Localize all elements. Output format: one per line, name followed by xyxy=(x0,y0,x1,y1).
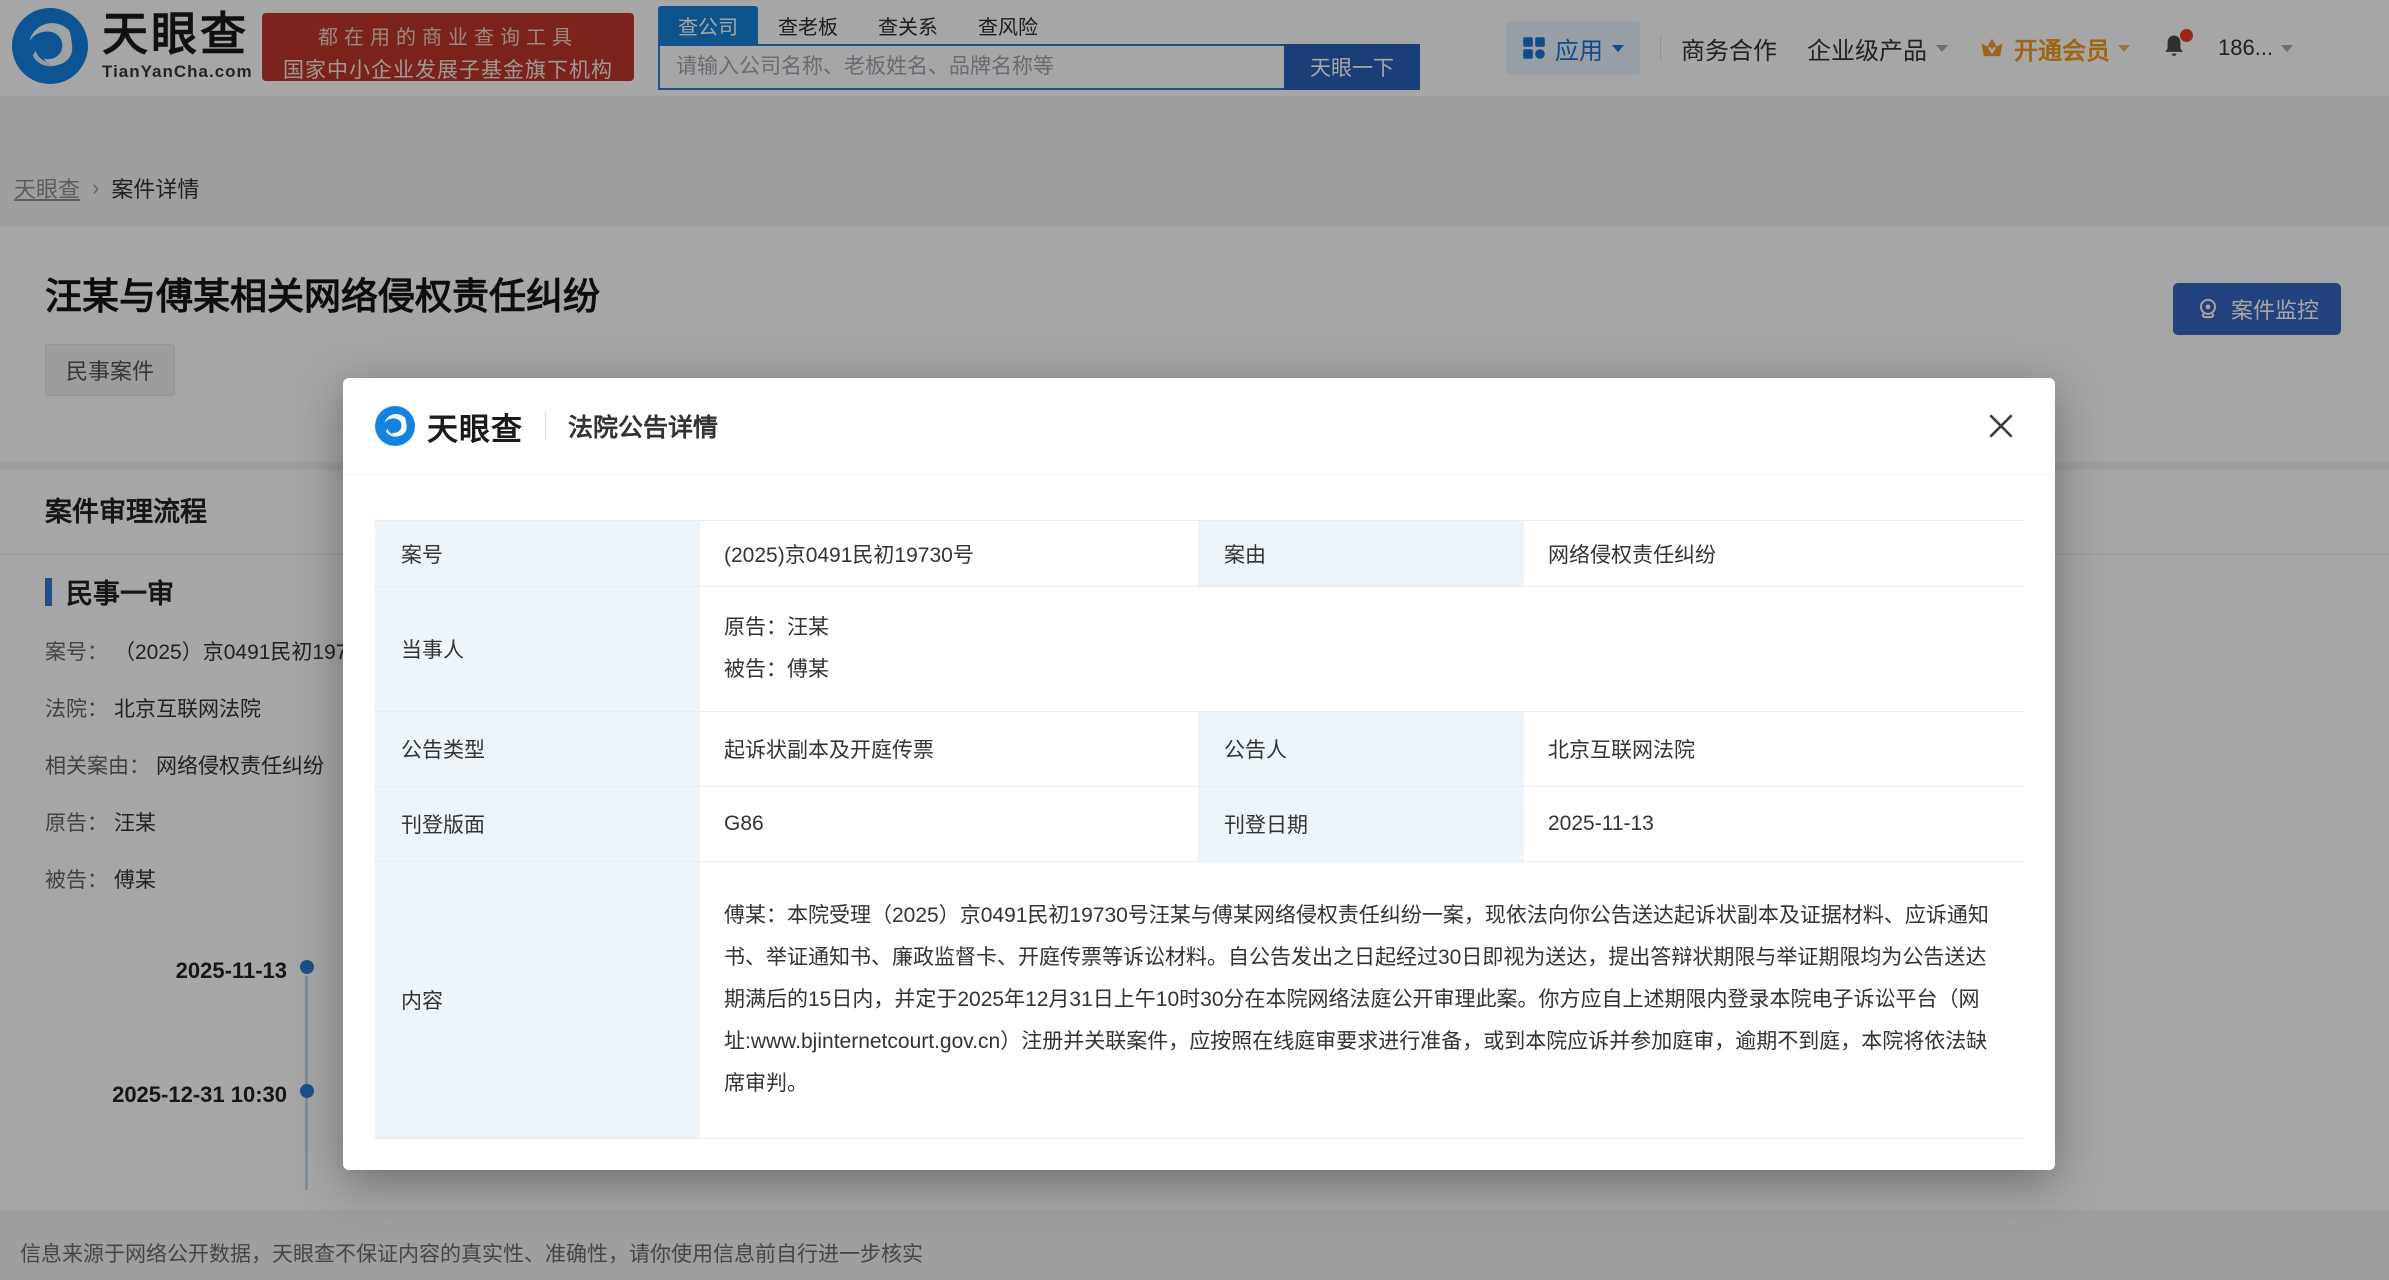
announcer-value: 北京互联网法院 xyxy=(1524,711,2023,787)
close-icon[interactable] xyxy=(1985,410,2017,442)
case-no-label: 案号 xyxy=(375,520,700,587)
court-announcement-modal: 天眼查 法院公告详情 案号 (2025)京0491民初19730号 案由 网络侵… xyxy=(343,378,2055,1170)
page-value: G86 xyxy=(700,786,1198,862)
notice-type-value: 起诉状副本及开庭传票 xyxy=(700,711,1198,787)
publish-date-value: 2025-11-13 xyxy=(1524,786,2023,862)
notice-type-label: 公告类型 xyxy=(375,711,700,787)
table-row: 内容 傅某：本院受理（2025）京0491民初19730号汪某与傅某网络侵权责任… xyxy=(375,861,2023,1139)
announcer-label: 公告人 xyxy=(1198,711,1524,787)
table-row: 刊登版面 G86 刊登日期 2025-11-13 xyxy=(375,786,2023,862)
case-no-value: (2025)京0491民初19730号 xyxy=(700,520,1198,587)
table-row: 当事人 原告：汪某 被告：傅某 xyxy=(375,586,2023,712)
modal-header-divider xyxy=(343,474,2055,475)
cause-label: 案由 xyxy=(1198,520,1524,587)
plaintiff-line: 原告：汪某 xyxy=(724,616,829,639)
modal-header: 天眼查 法院公告详情 xyxy=(343,378,2055,474)
parties-label: 当事人 xyxy=(375,586,700,712)
modal-title: 法院公告详情 xyxy=(568,414,719,442)
publish-date-label: 刊登日期 xyxy=(1198,786,1524,862)
content-label: 内容 xyxy=(375,861,700,1139)
table-row: 公告类型 起诉状副本及开庭传票 公告人 北京互联网法院 xyxy=(375,711,2023,787)
page-label: 刊登版面 xyxy=(375,786,700,862)
table-row: 案号 (2025)京0491民初19730号 案由 网络侵权责任纠纷 xyxy=(375,520,2023,587)
content-value: 傅某：本院受理（2025）京0491民初19730号汪某与傅某网络侵权责任纠纷一… xyxy=(700,861,2023,1139)
modal-brand-divider xyxy=(545,412,546,440)
tianyancha-logo-icon xyxy=(375,406,415,446)
defendant-line: 被告：傅某 xyxy=(724,658,829,681)
cause-value: 网络侵权责任纠纷 xyxy=(1524,520,2023,587)
parties-value: 原告：汪某 被告：傅某 xyxy=(700,586,2023,712)
announcement-table: 案号 (2025)京0491民初19730号 案由 网络侵权责任纠纷 当事人 原… xyxy=(375,520,2023,1139)
modal-brand: 天眼查 xyxy=(427,411,523,447)
